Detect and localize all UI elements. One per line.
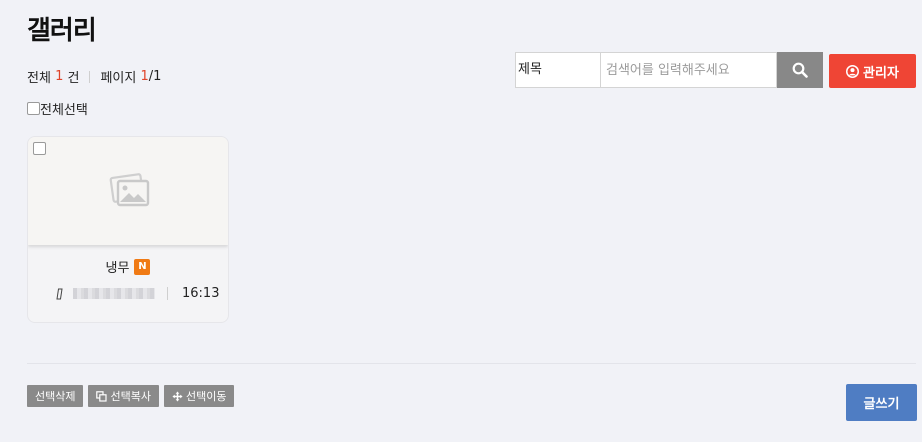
user-circle-icon <box>846 64 860 78</box>
admin-button-label: 관리자 <box>863 65 899 81</box>
page-current: 1 <box>140 69 149 84</box>
copy-icon <box>96 390 108 402</box>
page-title: 갤러리 <box>27 16 97 46</box>
gallery-thumbnail[interactable] <box>28 137 228 245</box>
total-label: 전체 <box>27 71 51 86</box>
item-time: 16:13 <box>182 286 220 301</box>
stats-divider <box>89 70 91 83</box>
search-bar: 제목 <box>515 52 823 88</box>
item-meta: 16:13 <box>56 286 219 301</box>
page-label: 페이지 <box>100 71 137 86</box>
delete-selected-button[interactable]: 선택삭제 <box>27 385 84 407</box>
meta-divider <box>167 287 168 300</box>
search-field-select[interactable]: 제목 <box>515 52 601 88</box>
item-title-text[interactable]: 냉무 <box>106 257 130 276</box>
delete-selected-label: 선택삭제 <box>35 390 76 403</box>
phone-icon <box>56 288 63 299</box>
post-stats: 전체 1 건 페이지 1/1 <box>27 67 161 86</box>
count-unit: 건 <box>67 71 80 86</box>
write-button[interactable]: 글쓰기 <box>846 384 917 421</box>
search-input[interactable] <box>601 52 777 88</box>
select-all[interactable]: 전체선택 <box>27 99 88 118</box>
write-button-label: 글쓰기 <box>863 397 900 412</box>
admin-button[interactable]: 관리자 <box>829 54 916 88</box>
move-selected-label: 선택이동 <box>185 390 227 403</box>
item-checkbox[interactable] <box>33 142 46 155</box>
gallery-card[interactable]: 냉무 N 16:13 <box>27 136 229 323</box>
select-all-label: 전체선택 <box>40 103 88 118</box>
image-placeholder-icon <box>109 173 150 207</box>
select-all-checkbox[interactable] <box>27 102 40 115</box>
author-name-blurred <box>73 288 155 299</box>
copy-selected-label: 선택복사 <box>110 390 151 403</box>
move-selected-button[interactable]: 선택이동 <box>163 385 235 407</box>
total-count: 1 <box>55 69 64 84</box>
new-badge: N <box>134 258 151 275</box>
page-total: /1 <box>148 69 162 84</box>
gallery-item-title[interactable]: 냉무 N <box>28 257 228 276</box>
move-arrows-icon <box>172 390 183 402</box>
content-divider <box>27 363 916 364</box>
copy-selected-button[interactable]: 선택복사 <box>88 385 159 407</box>
bulk-actions: 선택삭제 선택복사 선택이동 <box>27 385 235 407</box>
search-icon <box>792 62 808 78</box>
search-button[interactable] <box>777 52 823 88</box>
